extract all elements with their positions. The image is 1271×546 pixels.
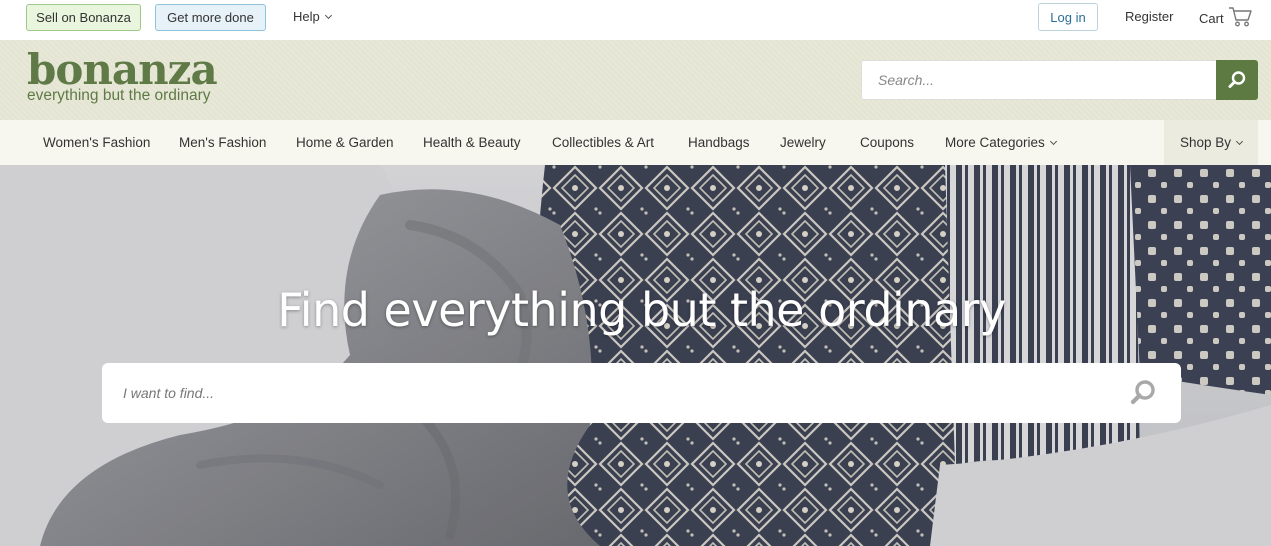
shop-by-label: Shop By [1179, 135, 1232, 150]
chevron-down-icon [324, 11, 332, 19]
sell-on-bonanza-button[interactable]: Sell on Bonanza [26, 4, 141, 31]
search-icon[interactable] [1128, 378, 1158, 408]
register-link[interactable]: Register [1125, 9, 1173, 24]
nav-mens-fashion[interactable]: Men's Fashion [179, 120, 266, 165]
help-menu[interactable]: Help [293, 9, 332, 24]
login-button[interactable]: Log in [1038, 3, 1098, 31]
nav-collectibles-art[interactable]: Collectibles & Art [552, 120, 654, 165]
nav-womens-fashion[interactable]: Women's Fashion [43, 120, 150, 165]
search-icon [1228, 71, 1246, 88]
cart-icon [1228, 7, 1252, 27]
site-header: bonanza everything but the ordinary [0, 40, 1271, 120]
hero-banner: Find everything but the ordinary [0, 165, 1271, 546]
nav-health-beauty[interactable]: Health & Beauty [423, 120, 521, 165]
hero-title: Find everything but the ordinary [277, 283, 1006, 337]
chevron-down-icon [1235, 137, 1244, 145]
category-nav: Women's Fashion Men's Fashion Home & Gar… [0, 120, 1271, 165]
nav-coupons[interactable]: Coupons [860, 120, 914, 165]
hero-background-image [0, 165, 1271, 546]
bonanza-logo[interactable]: bonanza everything but the ordinary [27, 45, 218, 105]
hero-search-input[interactable] [102, 363, 1112, 423]
get-more-done-button[interactable]: Get more done [155, 4, 266, 31]
logo-wordmark: bonanza [27, 45, 218, 94]
header-search-button[interactable] [1216, 60, 1258, 100]
nav-more-categories[interactable]: More Categories [945, 120, 1057, 165]
hero-search-box [102, 363, 1181, 423]
header-search-box [861, 60, 1258, 100]
nav-jewelry[interactable]: Jewelry [780, 120, 826, 165]
chevron-down-icon [1049, 137, 1057, 145]
header-search-input[interactable] [862, 61, 1218, 99]
nav-home-garden[interactable]: Home & Garden [296, 120, 394, 165]
help-label: Help [293, 9, 320, 24]
cart-label: Cart [1199, 11, 1224, 26]
nav-handbags[interactable]: Handbags [688, 120, 750, 165]
logo-tagline: everything but the ordinary [27, 87, 211, 104]
shop-by-menu[interactable]: Shop By [1164, 120, 1258, 165]
top-utility-bar: Sell on Bonanza Get more done Help Log i… [0, 0, 1271, 40]
more-categories-label: More Categories [945, 135, 1045, 150]
cart-link[interactable]: Cart [1199, 6, 1252, 28]
